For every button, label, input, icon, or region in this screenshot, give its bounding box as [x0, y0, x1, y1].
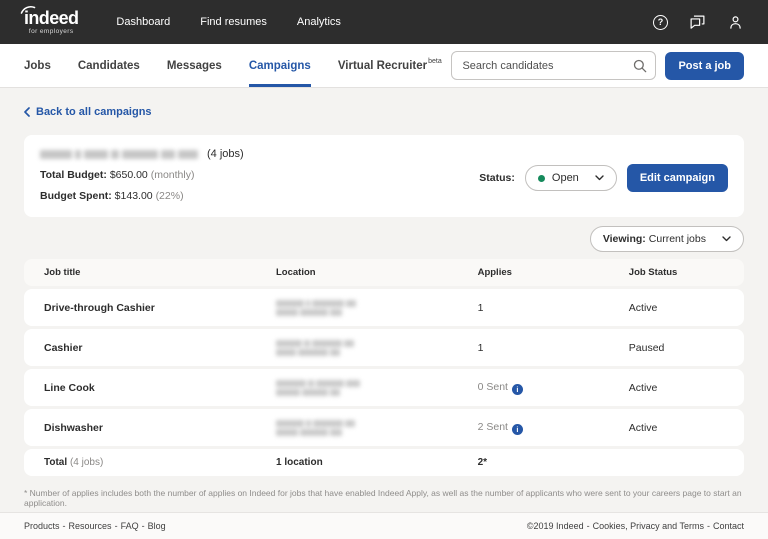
- logo-sub-text: for employers: [24, 29, 78, 36]
- tab-virtual-recruiter[interactable]: Virtual Recruiterbeta: [338, 44, 442, 87]
- search-icon: [633, 59, 647, 73]
- job-status-value: Active: [629, 302, 744, 314]
- redacted-location: [276, 300, 478, 316]
- indeed-logo[interactable]: indeed for employers: [24, 9, 78, 36]
- col-job-status: Job Status: [629, 267, 744, 278]
- search-input[interactable]: [451, 51, 656, 80]
- tab-candidates[interactable]: Candidates: [78, 44, 140, 87]
- info-icon[interactable]: i: [512, 384, 523, 395]
- table-row[interactable]: Line Cook 0 Senti Active: [24, 369, 744, 406]
- nav-dashboard[interactable]: Dashboard: [116, 16, 170, 28]
- table-row[interactable]: Dishwasher 2 Senti Active: [24, 409, 744, 446]
- job-status-value: Paused: [629, 342, 744, 354]
- chevron-down-icon: [595, 175, 604, 181]
- footer-link-faq[interactable]: FAQ: [121, 521, 139, 531]
- campaign-details: (4 jobs) Total Budget: $650.00 (monthly)…: [40, 148, 244, 202]
- total-budget-line: Total Budget: $650.00 (monthly): [40, 169, 244, 181]
- status-open-dot-icon: [538, 175, 545, 182]
- tab-jobs[interactable]: Jobs: [24, 44, 51, 87]
- job-status-value: Active: [629, 422, 744, 434]
- status-label: Status:: [479, 172, 515, 184]
- job-status-value: Active: [629, 382, 744, 394]
- campaign-summary-card: (4 jobs) Total Budget: $650.00 (monthly)…: [24, 135, 744, 217]
- top-nav-links: Dashboard Find resumes Analytics: [116, 16, 341, 28]
- col-location: Location: [276, 267, 478, 278]
- tab-messages[interactable]: Messages: [167, 44, 222, 87]
- redacted-location: [276, 380, 478, 396]
- table-header-row: Job title Location Applies Job Status: [24, 259, 744, 286]
- main-content: Back to all campaigns (4 jobs) Total Bud…: [0, 104, 768, 508]
- table-row[interactable]: Cashier 1 Paused: [24, 329, 744, 366]
- nav-find-resumes[interactable]: Find resumes: [200, 16, 267, 28]
- messages-chat-icon[interactable]: [689, 14, 706, 31]
- applies-footnote: * Number of applies includes both the nu…: [24, 488, 744, 508]
- total-applies: 2*: [478, 457, 629, 468]
- tab-campaigns[interactable]: Campaigns: [249, 44, 311, 87]
- page-footer: Products - Resources - FAQ - Blog ©2019 …: [0, 512, 768, 539]
- chevron-left-icon: [24, 107, 30, 117]
- redacted-campaign-name: [40, 150, 198, 159]
- redacted-location: [276, 340, 478, 356]
- nav-analytics[interactable]: Analytics: [297, 16, 341, 28]
- footer-link-resources[interactable]: Resources: [69, 521, 112, 531]
- help-icon[interactable]: ?: [653, 15, 668, 30]
- viewing-filter-dropdown[interactable]: Viewing: Current jobs: [590, 226, 744, 252]
- candidate-search: [451, 51, 656, 80]
- col-applies: Applies: [478, 267, 629, 278]
- copyright-text: ©2019 Indeed: [527, 521, 584, 531]
- footer-link-products[interactable]: Products: [24, 521, 60, 531]
- redacted-location: [276, 420, 478, 436]
- total-location: 1 location: [276, 457, 478, 468]
- campaign-jobs-count: (4 jobs): [207, 148, 244, 160]
- logo-arc-icon: [20, 5, 36, 14]
- total-label: Total: [44, 457, 67, 468]
- budget-spent-line: Budget Spent: $143.00 (22%): [40, 190, 244, 202]
- table-total-row: Total (4 jobs) 1 location 2*: [24, 449, 744, 476]
- edit-campaign-button[interactable]: Edit campaign: [627, 164, 728, 192]
- account-person-icon[interactable]: [727, 14, 744, 31]
- col-job-title: Job title: [24, 267, 276, 278]
- back-to-campaigns-link[interactable]: Back to all campaigns: [24, 106, 152, 118]
- beta-badge: beta: [428, 58, 442, 65]
- secondary-navigation: Jobs Candidates Messages Campaigns Virtu…: [0, 44, 768, 88]
- top-navigation-bar: indeed for employers Dashboard Find resu…: [0, 0, 768, 44]
- footer-link-contact[interactable]: Contact: [713, 521, 744, 531]
- jobs-table: Job title Location Applies Job Status Dr…: [24, 259, 744, 476]
- status-dropdown[interactable]: Open: [525, 165, 617, 191]
- footer-link-blog[interactable]: Blog: [148, 521, 166, 531]
- post-a-job-button[interactable]: Post a job: [665, 52, 744, 80]
- footer-link-cookies-privacy-terms[interactable]: Cookies, Privacy and Terms: [593, 521, 704, 531]
- table-row[interactable]: Drive-through Cashier 1 Active: [24, 289, 744, 326]
- info-icon[interactable]: i: [512, 424, 523, 435]
- chevron-down-icon: [722, 236, 731, 242]
